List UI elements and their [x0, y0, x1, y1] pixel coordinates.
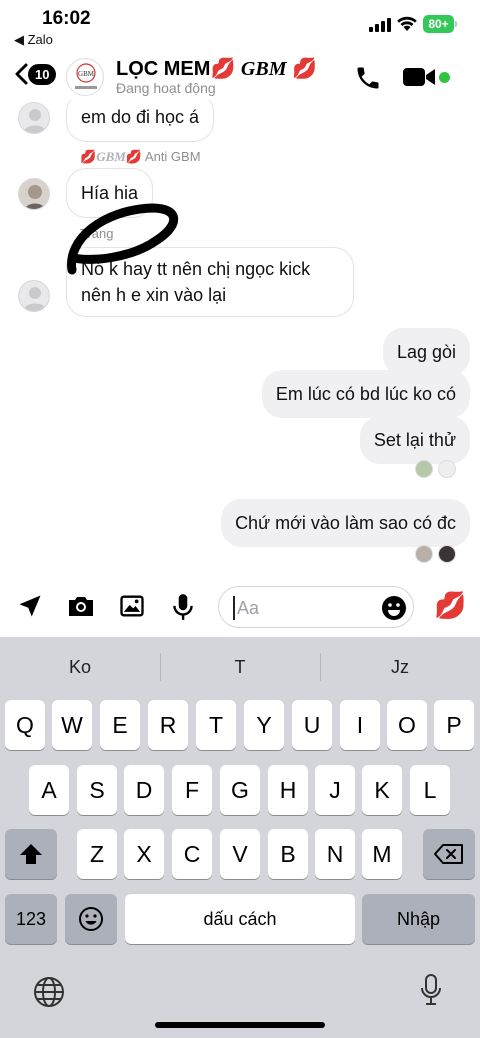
key-n[interactable]: N	[315, 829, 355, 879]
key-e[interactable]: E	[100, 700, 140, 750]
keyboard-suggestion[interactable]: T	[160, 647, 320, 687]
key-h[interactable]: H	[268, 765, 308, 815]
message-composer: Aa 💋	[0, 582, 480, 636]
chat-status-text: Đang hoạt động	[116, 80, 216, 96]
seen-avatar	[415, 545, 433, 563]
cellular-signal-icon	[369, 18, 391, 32]
key-x[interactable]: X	[124, 829, 164, 879]
space-key[interactable]: dấu cách	[125, 894, 355, 944]
emoji-icon[interactable]	[381, 595, 407, 626]
battery-tip	[455, 21, 457, 27]
key-d[interactable]: D	[124, 765, 164, 815]
back-button[interactable]: 10	[12, 62, 57, 86]
key-l[interactable]: L	[410, 765, 450, 815]
text-caret	[233, 596, 235, 620]
chat-title[interactable]: LỌC MEM💋 GBM 💋	[116, 56, 317, 81]
scribble-redaction	[67, 203, 179, 275]
key-q[interactable]: Q	[5, 700, 45, 750]
message-bubble-outgoing[interactable]: Set lại thử	[359, 416, 470, 464]
key-b[interactable]: B	[268, 829, 308, 879]
group-avatar-text: GBM	[78, 70, 95, 78]
key-a[interactable]: A	[29, 765, 69, 815]
image-gallery-icon[interactable]	[118, 592, 146, 625]
battery-indicator: 80+	[423, 15, 454, 33]
group-avatar[interactable]: GBM	[66, 58, 104, 96]
message-input-placeholder: Aa	[237, 598, 260, 618]
key-k[interactable]: K	[362, 765, 402, 815]
camera-icon[interactable]	[66, 592, 96, 625]
phone-icon[interactable]	[354, 64, 382, 97]
key-c[interactable]: C	[172, 829, 212, 879]
key-i[interactable]: I	[340, 700, 380, 750]
key-s[interactable]: S	[77, 765, 117, 815]
keyboard-suggestion[interactable]: Ko	[0, 647, 160, 687]
key-w[interactable]: W	[52, 700, 92, 750]
keyboard-suggestion[interactable]: Jz	[320, 647, 480, 687]
key-v[interactable]: V	[220, 829, 260, 879]
key-u[interactable]: U	[292, 700, 332, 750]
enter-key[interactable]: Nhập	[362, 894, 475, 944]
key-o[interactable]: O	[387, 700, 427, 750]
seen-avatar	[415, 460, 433, 478]
key-m[interactable]: M	[362, 829, 402, 879]
backspace-icon	[434, 844, 463, 864]
shift-key[interactable]	[5, 829, 57, 879]
emoji-icon	[79, 907, 103, 931]
online-status-dot	[439, 72, 450, 83]
message-bubble-outgoing[interactable]: Chứ mới vào làm sao có đc	[221, 499, 470, 547]
key-j[interactable]: J	[315, 765, 355, 815]
shift-icon	[20, 844, 42, 864]
globe-icon[interactable]	[32, 975, 66, 1014]
message-list[interactable]: em do đi học á 💋GBM💋 Anti GBM Hía hia Tr…	[0, 100, 480, 580]
seen-avatar	[438, 460, 456, 478]
message-bubble-incoming[interactable]: em do đi học á	[66, 100, 215, 142]
chat-header: 10 GBM LỌC MEM💋 GBM 💋 Đang hoạt động	[0, 52, 480, 100]
key-y[interactable]: Y	[244, 700, 284, 750]
keyboard: Ko T Jz Q W E R T Y U I O P A S D F G H …	[0, 637, 480, 1038]
message-input[interactable]: Aa	[218, 586, 414, 628]
emoji-keyboard-key[interactable]	[65, 894, 117, 944]
seen-avatar	[438, 545, 456, 563]
key-g[interactable]: G	[220, 765, 260, 815]
wifi-icon	[396, 14, 418, 37]
numbers-key[interactable]: 123	[5, 894, 57, 944]
status-bar: 16:02 ◀ Zalo 80+	[0, 0, 480, 52]
lips-emoji: 💋	[292, 58, 317, 80]
location-arrow-icon[interactable]	[16, 592, 44, 625]
microphone-icon[interactable]	[170, 592, 196, 627]
unread-count-badge: 10	[28, 63, 57, 85]
dictation-microphone-icon[interactable]	[418, 973, 444, 1014]
status-time: 16:02	[42, 8, 91, 29]
message-bubble-outgoing[interactable]: Em lúc có bd lúc ko có	[261, 370, 470, 418]
sender-avatar[interactable]	[18, 178, 50, 210]
home-indicator[interactable]	[155, 1022, 325, 1028]
sender-avatar[interactable]	[18, 280, 50, 312]
key-t[interactable]: T	[196, 700, 236, 750]
key-z[interactable]: Z	[77, 829, 117, 879]
lips-emoji: 💋	[210, 58, 236, 80]
message-sender-name: 💋GBM💋 Anti GBM	[80, 149, 201, 164]
message-bubble-outgoing[interactable]: Lag gòi	[382, 328, 470, 376]
sender-avatar[interactable]	[18, 102, 50, 134]
video-camera-icon[interactable]	[402, 66, 436, 93]
backspace-key[interactable]	[423, 829, 475, 879]
key-r[interactable]: R	[148, 700, 188, 750]
back-to-app-link[interactable]: ◀ Zalo	[14, 32, 53, 48]
key-f[interactable]: F	[172, 765, 212, 815]
quick-reaction-lips-icon[interactable]: 💋	[434, 590, 466, 621]
key-p[interactable]: P	[434, 700, 474, 750]
